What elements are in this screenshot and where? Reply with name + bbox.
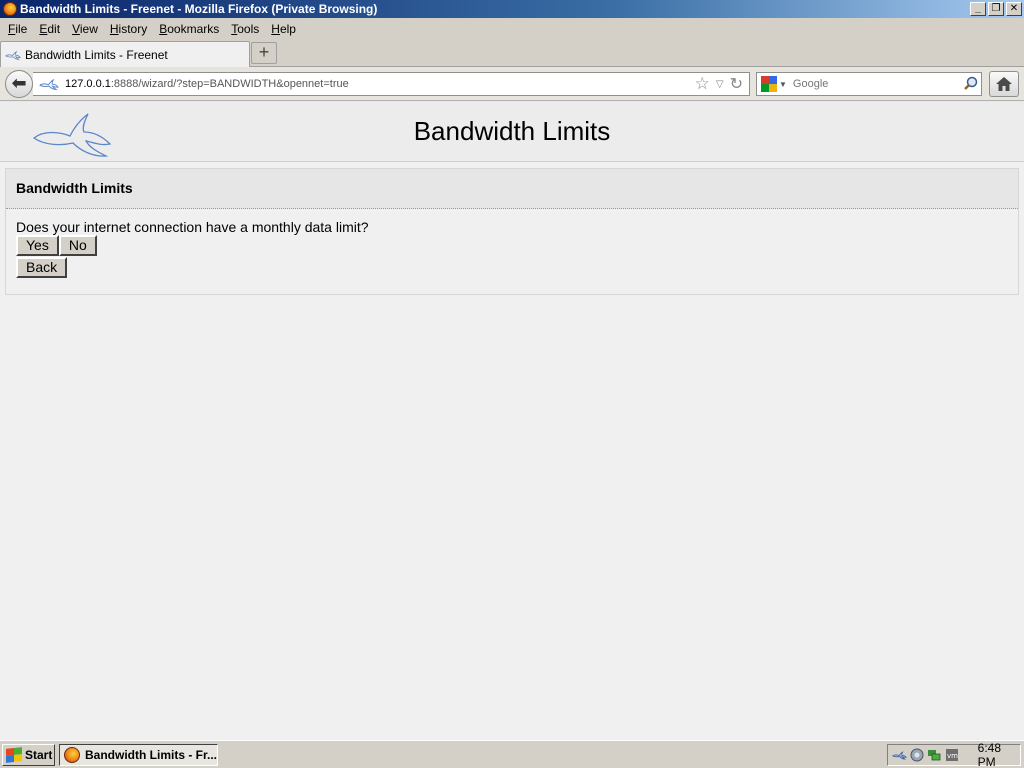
bandwidth-infobox: Bandwidth Limits Does your internet conn…	[5, 168, 1019, 295]
menu-help[interactable]: Help	[265, 22, 302, 36]
firefox-icon	[3, 2, 17, 16]
start-label: Start	[25, 748, 53, 762]
window-titlebar[interactable]: Bandwidth Limits - Freenet - Mozilla Fir…	[0, 0, 1024, 18]
windows-logo-icon	[6, 747, 22, 763]
back-button-row: Back	[16, 257, 1008, 278]
page-content: Bandwidth Limits Bandwidth Limits Does y…	[0, 102, 1024, 740]
search-bar[interactable]: ▼	[756, 72, 982, 96]
home-button[interactable]	[989, 71, 1019, 97]
start-button[interactable]: Start	[2, 744, 55, 766]
url-bar[interactable]: 127.0.0.1:8888/wizard/?step=BANDWIDTH&op…	[33, 72, 750, 96]
freenet-rabbit-icon	[5, 50, 21, 60]
minimize-button[interactable]: _	[970, 2, 986, 16]
system-tray: vm 6:48 PM	[887, 741, 1021, 768]
page-title: Bandwidth Limits	[413, 116, 611, 146]
tray-freenet-icon[interactable]	[892, 748, 907, 763]
infobox-title: Bandwidth Limits	[6, 169, 1018, 209]
url-bar-icons: ☆ ▽ ↻	[695, 74, 743, 94]
yes-button[interactable]: Yes	[16, 235, 59, 256]
svg-text:vm: vm	[947, 752, 958, 760]
window-title: Bandwidth Limits - Freenet - Mozilla Fir…	[20, 2, 378, 16]
menu-view[interactable]: View	[66, 22, 104, 36]
no-button[interactable]: No	[58, 235, 97, 256]
search-engine-dropdown-icon[interactable]: ▼	[779, 80, 787, 89]
tray-speaker-icon[interactable]	[910, 748, 924, 763]
restore-button[interactable]: ❐	[988, 2, 1004, 16]
magnifier-icon[interactable]	[961, 76, 981, 93]
taskbar-task-label: Bandwidth Limits - Fr...	[85, 748, 217, 762]
search-input[interactable]	[792, 78, 961, 90]
taskbar-clock: 6:48 PM	[977, 741, 1002, 768]
url-history-dropdown-icon[interactable]: ▽	[716, 79, 724, 90]
page-header: Bandwidth Limits	[0, 102, 1024, 162]
menu-bookmarks[interactable]: Bookmarks	[153, 22, 225, 36]
new-tab-button[interactable]: +	[251, 42, 277, 64]
back-button[interactable]: ⬅	[5, 70, 33, 98]
window-controls: _ ❐ ✕	[970, 2, 1022, 16]
menu-file[interactable]: File	[2, 22, 33, 36]
freenet-rabbit-icon	[39, 78, 59, 90]
firefox-icon	[64, 747, 80, 763]
answer-buttons: Yes No	[16, 235, 1008, 256]
navigation-bar: 127.0.0.1:8888/wizard/?step=BANDWIDTH&op…	[0, 67, 1024, 101]
menu-tools[interactable]: Tools	[225, 22, 265, 36]
taskbar-firefox-button[interactable]: Bandwidth Limits - Fr...	[59, 744, 218, 766]
menu-edit[interactable]: Edit	[33, 22, 66, 36]
tray-vm-icon[interactable]: vm	[944, 748, 958, 763]
infobox-content: Does your internet connection have a mon…	[6, 209, 1018, 288]
reload-icon[interactable]: ↻	[730, 74, 743, 94]
url-text[interactable]: 127.0.0.1:8888/wizard/?step=BANDWIDTH&op…	[65, 78, 695, 90]
taskbar: Start Bandwidth Limits - Fr... vm 6:48 P…	[0, 740, 1024, 768]
tab-bandwidth-limits[interactable]: Bandwidth Limits - Freenet	[0, 41, 250, 67]
google-icon[interactable]	[761, 76, 777, 92]
tab-strip: Bandwidth Limits - Freenet +	[0, 39, 1024, 67]
back-page-button[interactable]: Back	[16, 257, 68, 278]
monthly-limit-question: Does your internet connection have a mon…	[16, 219, 369, 235]
close-button[interactable]: ✕	[1006, 2, 1022, 16]
menu-history[interactable]: History	[104, 22, 153, 36]
home-icon	[996, 77, 1012, 91]
bookmark-star-icon[interactable]: ☆	[695, 74, 710, 94]
tab-label: Bandwidth Limits - Freenet	[25, 47, 168, 62]
tray-network-icon[interactable]	[927, 748, 941, 763]
menu-bar: File Edit View History Bookmarks Tools H…	[0, 18, 1024, 39]
